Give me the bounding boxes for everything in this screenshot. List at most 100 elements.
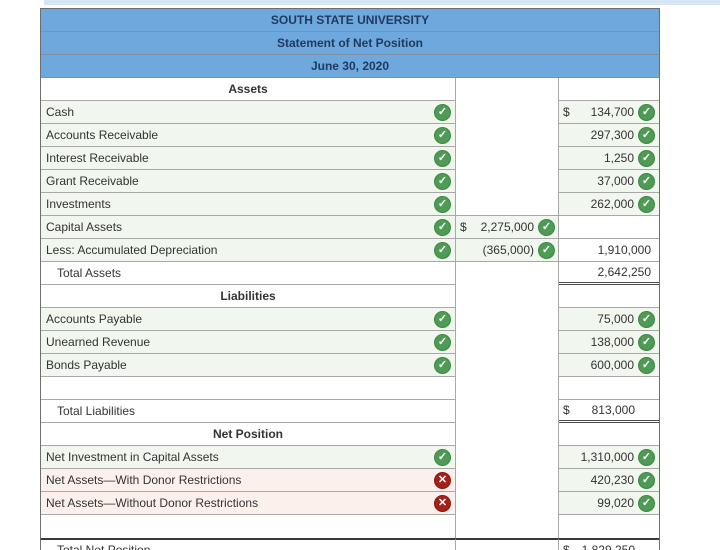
label-cell-cash[interactable]: Cash ✓ [41, 101, 456, 124]
amount-value: 99,020 [597, 496, 634, 510]
label-cell-total-assets: Total Assets [41, 262, 456, 285]
amount-value: 75,000 [597, 312, 634, 326]
amount-cell-right [559, 515, 659, 538]
label-cell-grant-receivable[interactable]: Grant Receivable ✓ [41, 170, 456, 193]
amount-cell-right-grant-receivable[interactable]: 37,000 ✓ [559, 170, 659, 193]
amount-cell-right-accounts-payable[interactable]: 75,000 ✓ [559, 308, 659, 331]
check-icon: ✓ [538, 241, 555, 259]
amount-cell-middle-net-assets-without-donor-restrictions [456, 492, 559, 515]
amount-cell-right-interest-receivable[interactable]: 1,250 ✓ [559, 147, 659, 170]
row-capital-assets: Capital Assets ✓ $2,275,000 ✓ [41, 216, 659, 239]
row-total-liabilities: Total Liabilities $813,000 [41, 400, 659, 423]
check-icon: ✓ [434, 103, 451, 121]
label-cell-net-assets-with-donor-restrictions[interactable]: Net Assets—With Donor Restrictions ✕ [41, 469, 456, 492]
label-cell-investments[interactable]: Investments ✓ [41, 193, 456, 216]
x-icon: ✕ [434, 494, 451, 512]
table-body: Assets Cash ✓ $134,700 ✓ Accounts Receivable ✓… [41, 78, 659, 550]
statement-title-date: June 30, 2020 [41, 55, 659, 78]
label-text: Capital Assets [46, 220, 123, 234]
row-unearned-revenue: Unearned Revenue ✓ 138,000 ✓ [41, 331, 659, 354]
check-icon: ✓ [538, 218, 555, 236]
check-icon: ✓ [434, 218, 451, 236]
row-accounts-payable: Accounts Payable ✓ 75,000 ✓ [41, 308, 659, 331]
amount-cell-right [559, 377, 659, 400]
amount-cell-right-net-assets-without-donor-restrictions[interactable]: 99,020 ✓ [559, 492, 659, 515]
row-blank [41, 515, 659, 538]
amount-cell-right-liabilities [559, 285, 659, 308]
check-icon: ✓ [434, 356, 451, 374]
check-icon: ✓ [638, 494, 655, 512]
label-text: Total Liabilities [57, 404, 136, 418]
amount-cell-right-total-liabilities: $813,000 [559, 400, 659, 423]
amount-cell-middle-capital-assets[interactable]: $2,275,000 ✓ [456, 216, 559, 239]
section-header-net-position: Net Position [41, 423, 456, 446]
check-icon: ✓ [638, 310, 655, 328]
amount-cell-right-capital-assets [559, 216, 659, 239]
top-scroll-strip [44, 0, 720, 5]
label-cell-bonds-payable[interactable]: Bonds Payable ✓ [41, 354, 456, 377]
label-text: Investments [46, 197, 111, 211]
label-text: Unearned Revenue [46, 335, 151, 349]
row-grant-receivable: Grant Receivable ✓ 37,000 ✓ [41, 170, 659, 193]
amount-cell-middle-assets [456, 78, 559, 101]
amount-value: 138,000 [590, 335, 634, 349]
row-liabilities: Liabilities [41, 285, 659, 308]
label-cell-capital-assets[interactable]: Capital Assets ✓ [41, 216, 456, 239]
label-text: Grant Receivable [46, 174, 139, 188]
label-text: Net Position [212, 427, 283, 441]
row-total-net-position: Total Net Position $1,829,250 [41, 538, 659, 550]
amount-cell-right-total-net-position: $1,829,250 [559, 538, 659, 550]
amount-cell-middle-less-accumulated-depreciation[interactable]: (365,000) ✓ [456, 239, 559, 262]
amount-cell-middle-total-liabilities [456, 400, 559, 423]
label-text: Total Assets [57, 266, 122, 280]
label-text: Accounts Receivable [46, 128, 159, 142]
amount-cell-right-accounts-receivable[interactable]: 297,300 ✓ [559, 124, 659, 147]
label-cell-unearned-revenue[interactable]: Unearned Revenue ✓ [41, 331, 456, 354]
check-icon: ✓ [638, 471, 655, 489]
label-text: Bonds Payable [46, 358, 127, 372]
label-text: Interest Receivable [46, 151, 149, 165]
amount-cell-right-net-position [559, 423, 659, 446]
statement-title-name: Statement of Net Position [41, 32, 659, 55]
amount-value: 420,230 [590, 473, 634, 487]
amount-cell-right-net-investment-in-capital-assets[interactable]: 1,310,000 ✓ [559, 446, 659, 469]
x-icon: ✕ [434, 471, 451, 489]
amount-cell-right-investments[interactable]: 262,000 ✓ [559, 193, 659, 216]
amount-cell-right-net-assets-with-donor-restrictions[interactable]: 420,230 ✓ [559, 469, 659, 492]
label-cell-less-accumulated-depreciation[interactable]: Less: Accumulated Depreciation ✓ [41, 239, 456, 262]
check-icon: ✓ [638, 149, 655, 167]
label-text: Assets [228, 82, 268, 96]
amount-cell-right-unearned-revenue[interactable]: 138,000 ✓ [559, 331, 659, 354]
label-cell-accounts-payable[interactable]: Accounts Payable ✓ [41, 308, 456, 331]
amount-cell-middle-bonds-payable [456, 354, 559, 377]
label-text: Net Assets—Without Donor Restrictions [46, 496, 259, 510]
section-header-assets: Assets [41, 78, 456, 101]
row-net-position: Net Position [41, 423, 659, 446]
amount-cell-middle-accounts-receivable [456, 124, 559, 147]
label-text: Total Net Position [57, 543, 151, 550]
check-icon: ✓ [434, 149, 451, 167]
label-cell-net-assets-without-donor-restrictions[interactable]: Net Assets—Without Donor Restrictions ✕ [41, 492, 456, 515]
amount-cell-right-less-accumulated-depreciation: 1,910,000 [559, 239, 659, 262]
check-icon: ✓ [638, 103, 655, 121]
amount-value: 297,300 [590, 128, 634, 142]
row-assets: Assets [41, 78, 659, 101]
amount-cell-right-bonds-payable[interactable]: 600,000 ✓ [559, 354, 659, 377]
amount-cell-right-cash[interactable]: $134,700 ✓ [559, 101, 659, 124]
check-icon: ✓ [638, 356, 655, 374]
amount-value: 1,310,000 [580, 450, 634, 464]
row-interest-receivable: Interest Receivable ✓ 1,250 ✓ [41, 147, 659, 170]
label-cell-net-investment-in-capital-assets[interactable]: Net Investment in Capital Assets ✓ [41, 446, 456, 469]
amount-value: (365,000) [482, 243, 534, 257]
check-icon: ✓ [638, 126, 655, 144]
amount-value: 813,000 [591, 403, 635, 417]
label-cell-accounts-receivable[interactable]: Accounts Receivable ✓ [41, 124, 456, 147]
row-investments: Investments ✓ 262,000 ✓ [41, 193, 659, 216]
check-icon: ✓ [434, 172, 451, 190]
check-icon: ✓ [434, 448, 451, 466]
amount-cell-middle [456, 377, 559, 400]
check-icon: ✓ [434, 195, 451, 213]
label-cell-interest-receivable[interactable]: Interest Receivable ✓ [41, 147, 456, 170]
row-cash: Cash ✓ $134,700 ✓ [41, 101, 659, 124]
amount-cell-middle-total-net-position [456, 538, 559, 550]
